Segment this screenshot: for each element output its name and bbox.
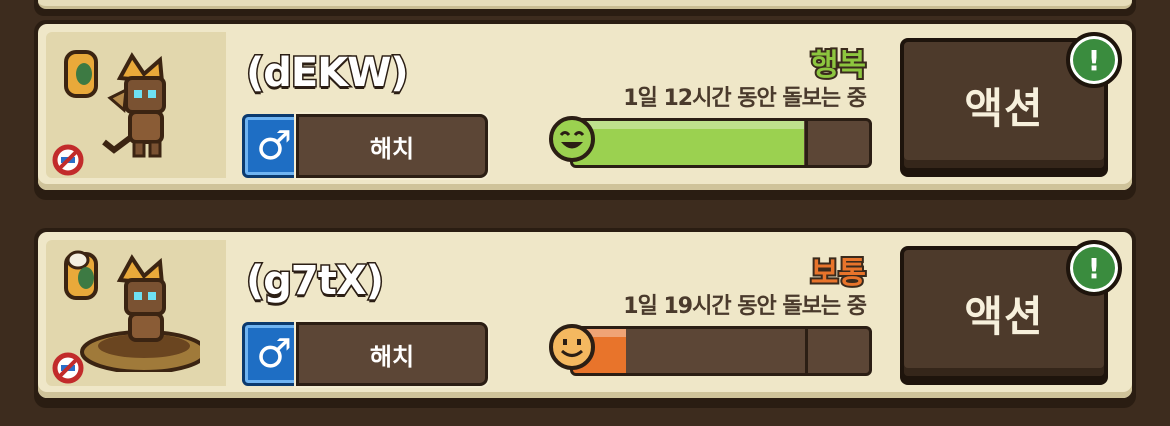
neutral-face-icon <box>549 324 595 370</box>
mood-bar <box>570 326 872 376</box>
care-duration-text: 1일 19시간 동안 돌보는 중 <box>623 294 867 319</box>
previous-card-edge <box>34 0 1136 16</box>
mood-status-label: 행복 <box>809 46 868 85</box>
mood-status-label: 보통 <box>809 254 868 293</box>
mood-bar-divider <box>805 329 808 373</box>
pet-name: (g7tX) <box>245 257 386 306</box>
pet-name: (dEKW) <box>245 49 411 98</box>
mood-bar <box>570 118 872 168</box>
care-duration-text: 1일 12시간 동안 돌보는 중 <box>623 86 867 111</box>
alert-badge-icon[interactable]: ! <box>1066 32 1122 88</box>
growth-stage-label: 해치 <box>296 322 488 386</box>
no-entry-icon <box>52 352 84 384</box>
growth-stage-label: 해치 <box>296 114 488 178</box>
pet-card[interactable]: (g7tX) ♂ 해치 보통 1일 19시간 동안 돌보는 중 액션 ! <box>34 228 1136 408</box>
no-entry-icon <box>52 144 84 176</box>
alert-badge-icon[interactable]: ! <box>1066 240 1122 296</box>
mood-bar-fill <box>573 121 804 165</box>
happy-face-icon <box>549 116 595 162</box>
pet-card[interactable]: (dEKW) ♂ 해치 행복 1일 12시간 동안 돌보는 중 액션 ! <box>34 20 1136 200</box>
mood-bar-divider <box>805 121 808 165</box>
